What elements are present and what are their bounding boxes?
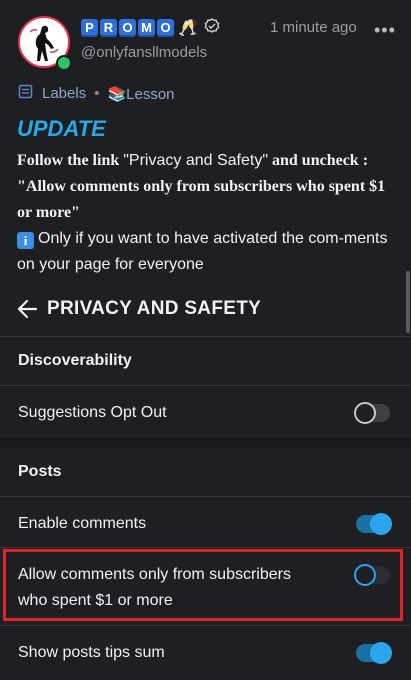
info-note-text: Only if you want to have activated the c…	[17, 230, 388, 273]
section-discoverability: Discoverability	[18, 352, 132, 369]
more-options-icon[interactable]: •••	[374, 20, 396, 41]
post-text: Follow the link "Privacy and Safety" and…	[17, 148, 397, 278]
suggestions-opt-out-toggle[interactable]	[354, 402, 390, 424]
enable-comments-toggle[interactable]	[356, 513, 392, 535]
post-labels-row: Labels • 📚Lesson	[18, 84, 175, 103]
instruction-text-c: and uncheck :	[268, 152, 369, 169]
promo-letter-r: R	[100, 19, 117, 37]
display-name[interactable]: P R O M O 🥂	[81, 17, 220, 39]
section-posts: Posts	[18, 463, 62, 480]
instruction-text-a: Follow the link	[17, 152, 124, 169]
promo-letter-o2: O	[157, 19, 174, 37]
promo-letter-o: O	[119, 19, 136, 37]
show-tips-sum-toggle[interactable]	[356, 642, 392, 664]
divider	[0, 385, 411, 386]
show-tips-sum-label: Show posts tips sum	[18, 644, 165, 661]
promo-letter-m: M	[138, 19, 155, 37]
champagne-glasses-icon: 🥂	[178, 20, 198, 37]
section-spacer	[0, 437, 411, 448]
verified-badge-icon	[204, 17, 220, 39]
privacy-link-text: "Privacy and Safety"	[123, 152, 268, 169]
divider	[0, 336, 411, 337]
divider	[0, 625, 411, 626]
update-heading: UPDATE	[17, 116, 106, 141]
label-tag-icon	[18, 84, 33, 103]
promo-letter-p: P	[81, 19, 98, 37]
back-arrow-icon[interactable]	[17, 298, 38, 325]
enable-comments-label: Enable comments	[18, 515, 147, 532]
lesson-label[interactable]: 📚Lesson	[107, 85, 174, 103]
divider	[0, 496, 411, 497]
labels-separator: •	[94, 85, 100, 102]
divider	[0, 547, 411, 548]
quoted-setting-text: "Allow comments only from subscribers wh…	[17, 178, 386, 221]
labels-link[interactable]: Labels	[42, 85, 86, 102]
info-icon: i	[17, 232, 34, 249]
post-timestamp: 1 minute ago	[270, 19, 357, 36]
highlight-box	[3, 549, 403, 621]
scrollbar-thumb[interactable]	[406, 271, 410, 333]
online-status-dot	[56, 55, 72, 71]
settings-title: PRIVACY AND SAFETY	[47, 298, 262, 319]
suggestions-opt-out-label: Suggestions Opt Out	[18, 404, 167, 421]
user-handle[interactable]: @onlyfansllmodels	[81, 44, 207, 61]
